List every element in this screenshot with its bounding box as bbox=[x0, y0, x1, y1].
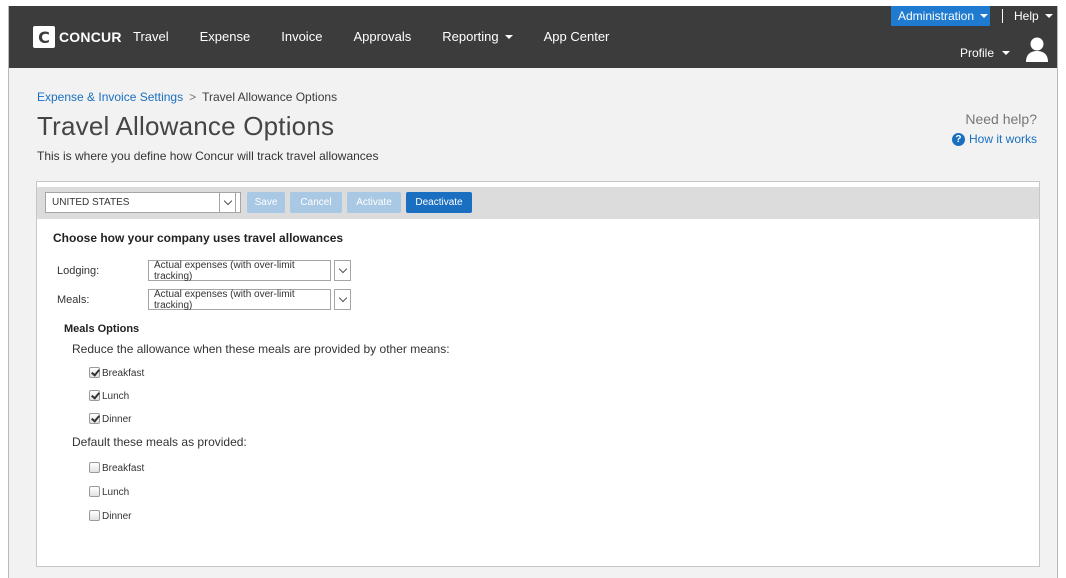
default-lunch-checkbox-row[interactable]: Lunch bbox=[89, 484, 129, 498]
main-nav: Travel Expense Invoice Approvals Reporti… bbox=[133, 29, 640, 44]
help-label: Help bbox=[1014, 9, 1039, 23]
reduce-breakfast-checkbox[interactable] bbox=[89, 366, 100, 378]
meals-select[interactable]: Actual expenses (with over-limit trackin… bbox=[148, 288, 331, 311]
nav-travel-label: Travel bbox=[133, 29, 169, 44]
question-circle-icon: ? bbox=[951, 132, 965, 146]
breadcrumb-parent-link[interactable]: Expense & Invoice Settings bbox=[37, 90, 183, 104]
reduce-dinner-label: Dinner bbox=[102, 414, 132, 425]
activate-button[interactable]: Activate bbox=[347, 192, 401, 213]
reduce-lunch-checkbox[interactable] bbox=[89, 389, 100, 401]
meals-select-arrow[interactable] bbox=[334, 289, 351, 310]
nav-expense[interactable]: Expense bbox=[200, 29, 251, 44]
need-help-text: Need help? bbox=[965, 111, 1037, 127]
page-title: Travel Allowance Options bbox=[37, 111, 335, 141]
header-divider bbox=[1002, 9, 1003, 23]
concur-logo[interactable]: C CONCUR bbox=[33, 26, 122, 48]
nav-travel[interactable]: Travel bbox=[133, 29, 169, 44]
chevron-down-icon bbox=[338, 293, 347, 303]
administration-menu[interactable]: Administration bbox=[891, 6, 990, 26]
main-content: Expense & Invoice Settings > Travel Allo… bbox=[9, 68, 1057, 578]
user-avatar-icon[interactable] bbox=[1025, 36, 1049, 62]
top-header: C CONCUR Travel Expense Invoice Approval… bbox=[9, 6, 1057, 68]
nav-reporting[interactable]: Reporting bbox=[442, 29, 513, 44]
default-dinner-checkbox[interactable] bbox=[89, 509, 100, 521]
caret-down-icon bbox=[980, 14, 989, 18]
lodging-select[interactable]: Actual expenses (with over-limit trackin… bbox=[148, 259, 331, 282]
meals-options-heading: Meals Options bbox=[64, 323, 140, 335]
reduce-allowance-label: Reduce the allowance when these meals ar… bbox=[72, 342, 450, 356]
default-dinner-checkbox-row[interactable]: Dinner bbox=[89, 508, 131, 522]
profile-menu[interactable]: Profile bbox=[960, 46, 1011, 60]
nav-expense-label: Expense bbox=[199, 29, 251, 44]
reduce-breakfast-label: Breakfast bbox=[102, 368, 145, 379]
caret-down-icon bbox=[504, 34, 513, 39]
allowances-heading: Choose how your company uses travel allo… bbox=[53, 231, 344, 245]
breadcrumb-current: Travel Allowance Options bbox=[202, 90, 338, 104]
concur-logo-text: CONCUR bbox=[59, 29, 122, 45]
concur-logo-mark: C bbox=[33, 26, 55, 48]
deactivate-button[interactable]: Deactivate bbox=[406, 192, 472, 213]
reduce-dinner-checkbox-row[interactable]: Dinner bbox=[89, 411, 131, 425]
nav-approvals[interactable]: Approvals bbox=[353, 29, 411, 44]
nav-invoice-label: Invoice bbox=[281, 29, 323, 44]
nav-app-center-label: App Center bbox=[543, 29, 610, 44]
nav-invoice[interactable]: Invoice bbox=[281, 29, 322, 44]
default-breakfast-checkbox-row[interactable]: Breakfast bbox=[89, 460, 144, 474]
reduce-breakfast-checkbox-row[interactable]: Breakfast bbox=[89, 365, 144, 379]
nav-app-center[interactable]: App Center bbox=[544, 29, 610, 44]
chevron-down-icon bbox=[223, 196, 232, 206]
save-button[interactable]: Save bbox=[247, 192, 285, 213]
caret-down-icon bbox=[1044, 14, 1053, 18]
default-breakfast-checkbox[interactable] bbox=[89, 461, 100, 473]
nav-approvals-label: Approvals bbox=[353, 29, 412, 44]
help-menu[interactable]: Help bbox=[1014, 9, 1053, 23]
how-it-works-link[interactable]: ? How it works bbox=[951, 132, 1037, 146]
default-provided-label: Default these meals as provided: bbox=[72, 435, 247, 449]
nav-reporting-label: Reporting bbox=[442, 29, 499, 44]
default-dinner-label: Dinner bbox=[102, 511, 132, 522]
cancel-button[interactable]: Cancel bbox=[290, 192, 342, 213]
breadcrumb: Expense & Invoice Settings > Travel Allo… bbox=[37, 90, 337, 104]
how-it-works-label: How it works bbox=[968, 132, 1037, 146]
profile-label: Profile bbox=[960, 46, 995, 60]
reduce-dinner-checkbox[interactable] bbox=[89, 412, 100, 424]
meals-select-value: Actual expenses (with over-limit trackin… bbox=[154, 288, 295, 311]
country-select-value: UNITED STATES bbox=[52, 197, 130, 208]
administration-label: Administration bbox=[898, 9, 975, 23]
default-lunch-checkbox[interactable] bbox=[89, 485, 100, 497]
app-frame: C CONCUR Travel Expense Invoice Approval… bbox=[8, 6, 1058, 578]
lodging-select-arrow[interactable] bbox=[334, 260, 351, 281]
reduce-lunch-label: Lunch bbox=[102, 391, 130, 402]
default-breakfast-label: Breakfast bbox=[102, 463, 145, 474]
default-lunch-label: Lunch bbox=[102, 487, 130, 498]
caret-down-icon bbox=[1002, 51, 1011, 55]
lodging-select-value: Actual expenses (with over-limit trackin… bbox=[154, 259, 295, 282]
settings-panel: UNITED STATES Save Cancel Activate Deact… bbox=[36, 181, 1040, 567]
page-subtitle: This is where you define how Concur will… bbox=[37, 149, 379, 163]
lodging-label: Lodging: bbox=[57, 265, 100, 277]
chevron-down-icon bbox=[338, 264, 347, 274]
panel-toolbar: UNITED STATES Save Cancel Activate Deact… bbox=[37, 187, 1039, 219]
country-select-arrow[interactable] bbox=[219, 192, 236, 213]
country-select[interactable]: UNITED STATES bbox=[45, 192, 241, 213]
breadcrumb-separator-icon: > bbox=[189, 90, 197, 104]
meals-label: Meals: bbox=[57, 294, 90, 306]
reduce-lunch-checkbox-row[interactable]: Lunch bbox=[89, 388, 129, 402]
